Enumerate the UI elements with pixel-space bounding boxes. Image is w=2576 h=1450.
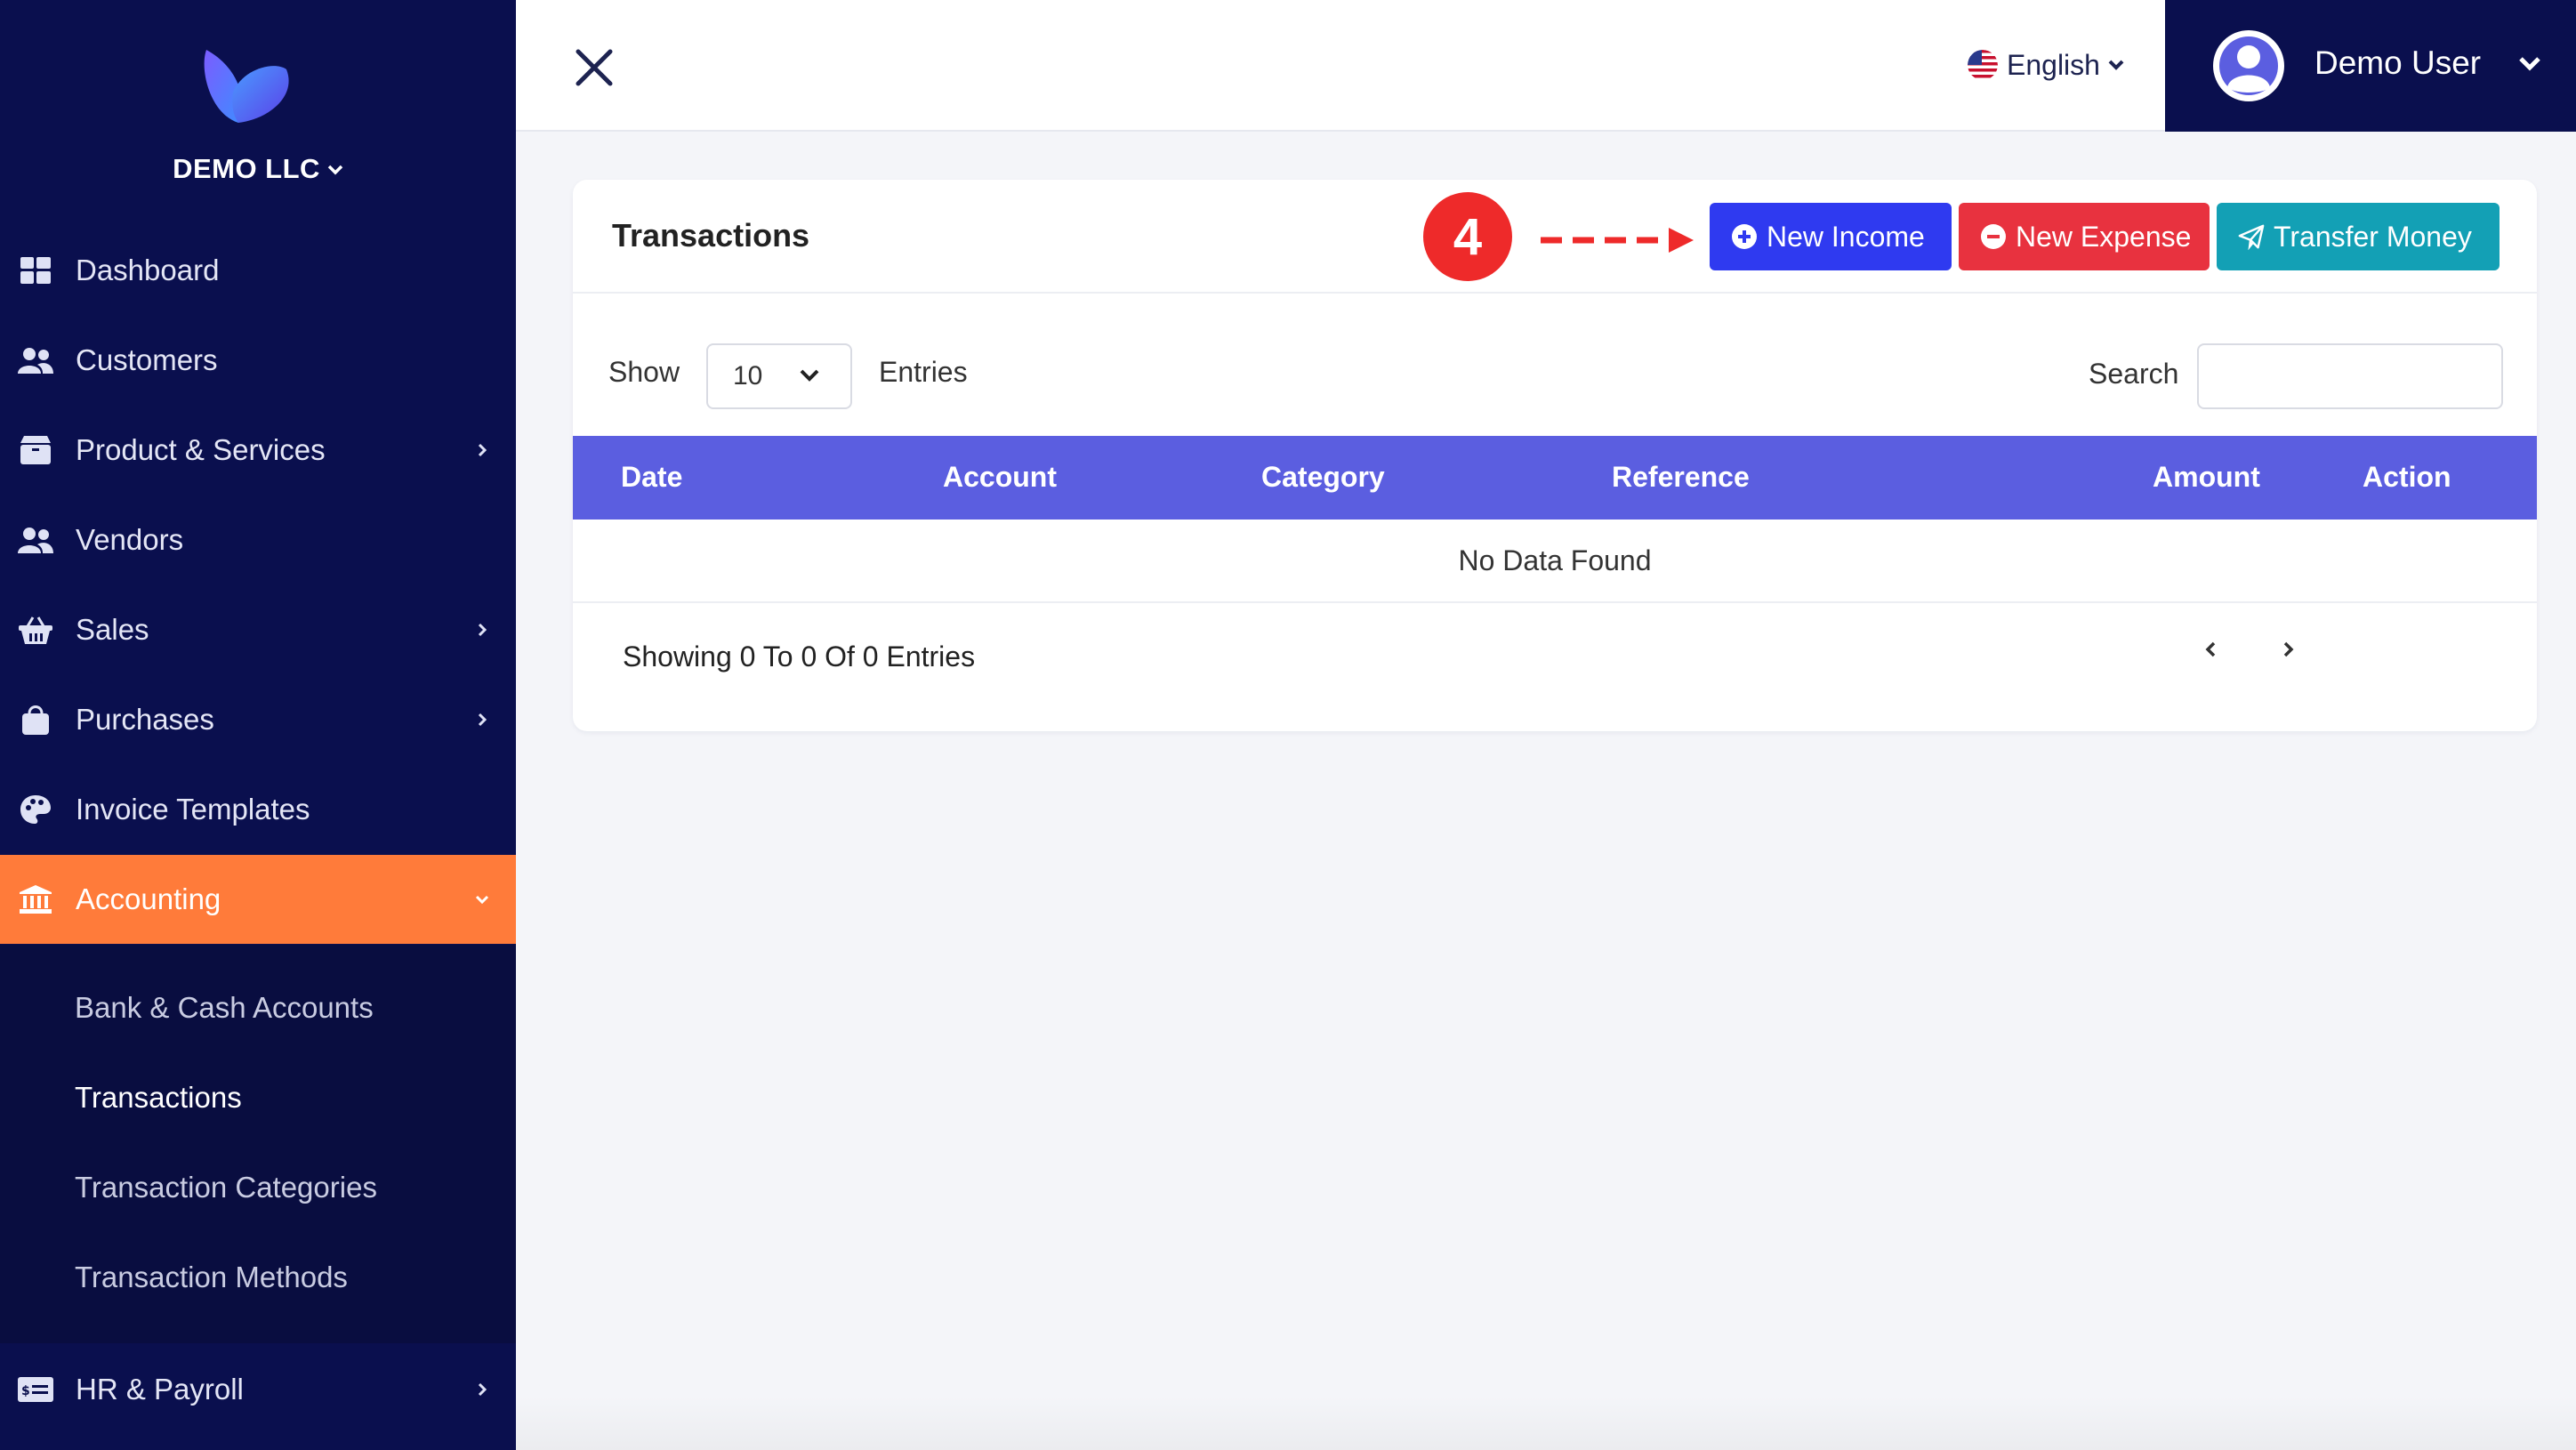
chevron-down-icon (2519, 57, 2540, 71)
sidebar-item-label: Purchases (76, 703, 214, 736)
column-header-account[interactable]: Account (943, 461, 1057, 494)
palette-icon (18, 792, 53, 827)
sidebar-item-customers[interactable]: Customers (0, 316, 516, 405)
us-flag-icon (1968, 50, 1998, 80)
entries-value: 10 (733, 361, 763, 391)
brand: DEMO LLC (0, 0, 516, 205)
sidebar-item-invoice-templates[interactable]: Invoice Templates (0, 765, 516, 854)
chevron-down-icon (800, 369, 819, 382)
user-name: Demo User (2314, 44, 2482, 81)
card-header: Transactions 4 New Income New Expense Tr… (573, 180, 2537, 294)
language-selector[interactable]: English (1968, 44, 2125, 85)
chevron-right-icon (478, 1382, 487, 1397)
search-label: Search (2089, 358, 2179, 390)
chevron-right-icon (478, 623, 487, 637)
column-header-category[interactable]: Category (1261, 461, 1385, 494)
table-row: No Data Found (573, 520, 2537, 603)
chevron-down-icon (475, 895, 489, 905)
new-expense-button[interactable]: New Expense (1959, 203, 2210, 270)
submenu-item-transaction-methods[interactable]: Transaction Methods (75, 1261, 348, 1294)
page-bottom (516, 1397, 2576, 1450)
sidebar-item-sales[interactable]: Sales (0, 585, 516, 674)
accounting-submenu: Bank & Cash Accounts Transactions Transa… (0, 945, 516, 1343)
column-header-action: Action (2363, 461, 2451, 493)
submenu-item-bank-cash-accounts[interactable]: Bank & Cash Accounts (75, 991, 374, 1025)
sidebar-item-label: HR & Payroll (76, 1373, 244, 1406)
avatar-icon (2213, 30, 2284, 101)
submenu-item-transactions[interactable]: Transactions (75, 1081, 242, 1115)
dashed-arrow-icon (1541, 228, 1694, 253)
sidebar-item-vendors[interactable]: Vendors (0, 495, 516, 584)
box-icon (18, 432, 53, 468)
page-title: Transactions (612, 217, 810, 254)
column-header-reference[interactable]: Reference (1612, 461, 1750, 494)
plus-circle-icon (1731, 223, 1758, 250)
empty-table-message: No Data Found (1458, 544, 1652, 576)
money-card-icon: $ (18, 1372, 53, 1407)
sidebar-item-hr-payroll[interactable]: $ HR & Payroll (0, 1345, 516, 1434)
sidebar-item-product-services[interactable]: Product & Services (0, 406, 516, 495)
chevron-down-icon (2108, 60, 2124, 70)
users-icon (18, 522, 53, 558)
chevron-down-icon (327, 157, 343, 181)
new-income-label: New Income (1767, 220, 1925, 253)
column-header-date[interactable]: Date (621, 461, 682, 494)
table-header: Date Account Category Reference Amount A… (573, 436, 2537, 520)
chevron-right-icon (478, 443, 487, 457)
company-name: DEMO LLC (173, 153, 320, 184)
company-switcher[interactable]: DEMO LLC (0, 153, 516, 185)
sidebar-item-dashboard[interactable]: Dashboard (0, 226, 516, 315)
sidebar-item-label: Invoice Templates (76, 793, 310, 826)
sidebar-item-label: Accounting (76, 882, 221, 915)
user-menu[interactable]: Demo User (2165, 0, 2576, 132)
entries-per-page-select[interactable]: 10 (706, 343, 852, 409)
sidebar-item-label: Sales (76, 613, 149, 646)
language-label: English (2007, 48, 2100, 81)
bag-icon (18, 702, 53, 737)
sidebar: DEMO LLC Dashboard Customers Product & S… (0, 0, 516, 1450)
basket-icon (18, 612, 53, 648)
transfer-money-button[interactable]: Transfer Money (2217, 203, 2500, 270)
search-input[interactable] (2197, 343, 2503, 409)
next-page-button[interactable] (2270, 632, 2306, 667)
chevron-left-icon (2205, 641, 2216, 657)
new-expense-label: New Expense (2016, 220, 2192, 253)
show-label: Show (608, 356, 680, 388)
minus-circle-icon (1980, 223, 2007, 250)
dashboard-icon (18, 253, 53, 288)
svg-text:$: $ (21, 1384, 30, 1398)
column-header-amount[interactable]: Amount (2153, 461, 2260, 494)
pagination-info: Showing 0 To 0 Of 0 Entries (623, 640, 976, 673)
users-icon (18, 342, 53, 378)
chevron-right-icon (478, 713, 487, 727)
close-icon[interactable] (575, 48, 614, 87)
previous-page-button[interactable] (2194, 632, 2229, 667)
sidebar-item-purchases[interactable]: Purchases (0, 675, 516, 764)
transfer-money-label: Transfer Money (2274, 220, 2472, 253)
entries-label: Entries (879, 356, 968, 388)
sidebar-item-label: Product & Services (76, 433, 326, 466)
new-income-button[interactable]: New Income (1710, 203, 1952, 270)
chevron-right-icon (2283, 641, 2294, 657)
submenu-item-transaction-categories[interactable]: Transaction Categories (75, 1171, 377, 1204)
sidebar-item-accounting[interactable]: Accounting (0, 855, 516, 944)
sidebar-item-label: Dashboard (76, 254, 220, 286)
bank-icon (18, 882, 53, 917)
transactions-card: Transactions 4 New Income New Expense Tr… (573, 180, 2537, 731)
paper-plane-icon (2238, 223, 2265, 250)
sidebar-item-label: Vendors (76, 523, 184, 556)
sidebar-item-label: Customers (76, 343, 218, 376)
brand-logo-icon (204, 50, 289, 123)
step-badge: 4 (1423, 192, 1512, 281)
